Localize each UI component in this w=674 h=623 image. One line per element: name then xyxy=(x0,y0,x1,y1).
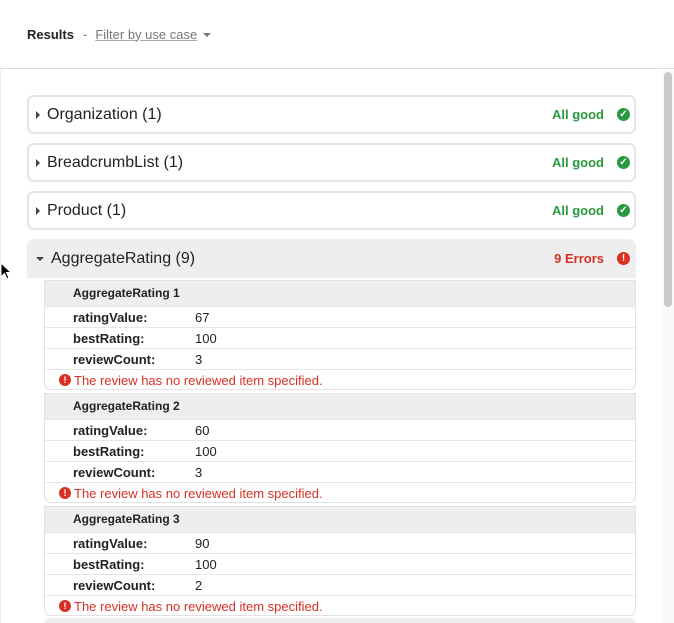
result-label: AggregateRating (9) xyxy=(51,249,196,267)
property-value: 100 xyxy=(195,330,217,346)
error-message: The review has no reviewed item specifie… xyxy=(74,598,323,614)
property-key: ratingValue: xyxy=(73,422,148,438)
property-value: 100 xyxy=(195,443,217,459)
status-label: 9 Errors xyxy=(554,251,604,266)
filter-label: Filter by use case xyxy=(95,26,198,42)
property-value: 2 xyxy=(195,577,203,593)
header-separator: - xyxy=(82,26,88,42)
exclamation-circle-icon: ! xyxy=(59,487,71,499)
scrollbar-track[interactable] xyxy=(662,70,674,623)
status-label: All good xyxy=(552,107,604,122)
expand-arrow-icon xyxy=(36,206,40,215)
card-title: AggregateRating 1 xyxy=(45,281,635,306)
error-message: The review has no reviewed item specifie… xyxy=(74,485,323,501)
property-key: ratingValue: xyxy=(73,309,148,325)
aggregate-rating-card-partial[interactable] xyxy=(44,618,636,623)
property-key: reviewCount: xyxy=(73,464,156,480)
property-value: 60 xyxy=(195,422,210,438)
property-value: 100 xyxy=(195,556,217,572)
property-row: bestRating: 100 xyxy=(45,553,635,574)
aggregate-rating-card[interactable]: AggregateRating 3 ratingValue: 90 bestRa… xyxy=(44,506,636,616)
check-circle-icon: ✓ xyxy=(617,108,630,121)
card-title: AggregateRating 3 xyxy=(45,507,635,532)
property-key: bestRating: xyxy=(73,330,145,346)
error-message-row: ! The review has no reviewed item specif… xyxy=(45,595,635,616)
property-row: reviewCount: 2 xyxy=(45,574,635,595)
property-key: bestRating: xyxy=(73,556,145,572)
check-circle-icon: ✓ xyxy=(617,204,630,217)
property-key: reviewCount: xyxy=(73,577,156,593)
filter-by-use-case-dropdown[interactable]: Filter by use case xyxy=(95,26,212,42)
result-row-aggregaterating[interactable]: AggregateRating (9) 9 Errors ! xyxy=(27,239,636,278)
exclamation-circle-icon: ! xyxy=(617,252,630,265)
aggregate-rating-card[interactable]: AggregateRating 1 ratingValue: 67 bestRa… xyxy=(44,280,636,390)
expand-arrow-icon xyxy=(36,158,40,167)
caret-down-icon xyxy=(203,33,212,38)
property-value: 67 xyxy=(195,309,210,325)
mouse-pointer-icon xyxy=(0,262,12,280)
results-title: Results xyxy=(27,26,74,42)
card-title: AggregateRating 2 xyxy=(45,394,635,419)
result-row-breadcrumblist[interactable]: BreadcrumbList (1) All good ✓ xyxy=(27,143,636,182)
check-circle-icon: ✓ xyxy=(617,156,630,169)
property-value: 3 xyxy=(195,351,203,367)
exclamation-circle-icon: ! xyxy=(59,600,71,612)
result-label: BreadcrumbList (1) xyxy=(47,153,184,171)
app-window: Results - Filter by use case Organizatio… xyxy=(0,0,674,623)
scrollbar-thumb[interactable] xyxy=(664,72,672,307)
error-message: The review has no reviewed item specifie… xyxy=(74,372,323,388)
property-row: bestRating: 100 xyxy=(45,440,635,461)
result-label: Organization (1) xyxy=(47,105,162,123)
result-row-product[interactable]: Product (1) All good ✓ xyxy=(27,191,636,230)
property-value: 90 xyxy=(195,535,210,551)
property-key: reviewCount: xyxy=(73,351,156,367)
property-row: ratingValue: 90 xyxy=(45,532,635,553)
property-row: bestRating: 100 xyxy=(45,327,635,348)
error-message-row: ! The review has no reviewed item specif… xyxy=(45,482,635,503)
result-label: Product (1) xyxy=(47,201,127,219)
exclamation-circle-icon: ! xyxy=(59,374,71,386)
results-header: Results - Filter by use case xyxy=(0,0,674,69)
error-message-row: ! The review has no reviewed item specif… xyxy=(45,369,635,390)
collapse-arrow-icon xyxy=(36,256,44,261)
expand-arrow-icon xyxy=(36,110,40,119)
status-label: All good xyxy=(552,203,604,218)
result-row-organization[interactable]: Organization (1) All good ✓ xyxy=(27,95,636,134)
property-key: ratingValue: xyxy=(73,535,148,551)
property-value: 3 xyxy=(195,464,203,480)
property-row: ratingValue: 60 xyxy=(45,419,635,440)
aggregate-rating-card[interactable]: AggregateRating 2 ratingValue: 60 bestRa… xyxy=(44,393,636,503)
status-label: All good xyxy=(552,155,604,170)
property-row: reviewCount: 3 xyxy=(45,461,635,482)
results-panel: Organization (1) All good ✓ BreadcrumbLi… xyxy=(0,70,674,623)
property-key: bestRating: xyxy=(73,443,145,459)
property-row: ratingValue: 67 xyxy=(45,306,635,327)
property-row: reviewCount: 3 xyxy=(45,348,635,369)
